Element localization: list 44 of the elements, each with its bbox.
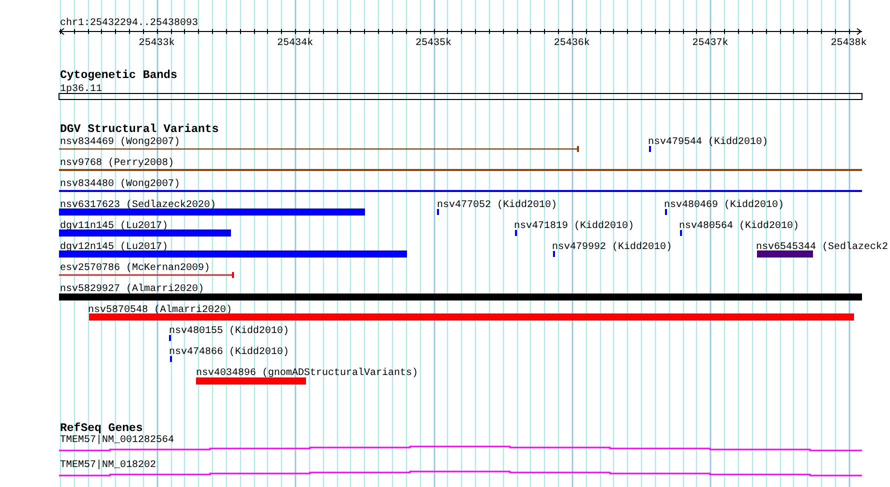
feature-label: nsv834480 (Wong2007) — [60, 179, 180, 190]
feature-label: nsv479992 (Kidd2010) — [552, 242, 672, 253]
variant-line[interactable] — [59, 146, 579, 152]
variant-bar[interactable] — [89, 314, 854, 320]
feature-label: dgv11n145 (Lu2017) — [60, 221, 168, 232]
feature-label: nsv5829927 (Almarri2020) — [60, 284, 204, 295]
variant-bar[interactable] — [196, 378, 306, 384]
gene-label: TMEM57|NM_001282564 — [60, 435, 174, 446]
feature-label: nsv477052 (Kidd2010) — [437, 200, 558, 211]
feature-label: nsv6545344 (Sedlazeck2 — [756, 242, 888, 253]
location-label: chr1:25432294..25438093 — [60, 18, 198, 29]
feature-label: nsv480155 (Kidd2010) — [169, 326, 290, 337]
feature-label: nsv4034896 (gnomADStructuralVariants) — [196, 368, 418, 379]
track-title: DGV Structural Variants — [60, 123, 219, 136]
track-title: Cytogenetic Bands — [60, 69, 178, 82]
ruler-tick-label: 25438k — [830, 38, 867, 49]
ruler-tick-label: 25434k — [277, 38, 314, 49]
ruler-tick-label: 25437k — [692, 38, 728, 49]
ruler-tick-label: 25433k — [138, 38, 175, 49]
variant-line[interactable] — [59, 272, 234, 278]
gene-label: TMEM57|NM_018202 — [60, 460, 156, 471]
gene-line[interactable] — [59, 446, 862, 452]
ruler-tick-label: 25435k — [416, 38, 452, 49]
variant-bar[interactable] — [59, 208, 365, 216]
ruler-tick-label: 25436k — [554, 38, 590, 49]
feature-label: nsv479544 (Kidd2010) — [648, 137, 768, 148]
feature-label: nsv6317623 (Sedlazeck2020) — [60, 200, 216, 211]
variant-bar[interactable] — [59, 250, 407, 258]
variant-bar[interactable] — [59, 230, 231, 236]
feature-label: nsv474866 (Kidd2010) — [169, 347, 290, 358]
cytoband-label: 1p36.11 — [60, 84, 102, 95]
feature-label: nsv834469 (Wong2007) — [60, 137, 180, 148]
feature-label: nsv9768 (Perry2008) — [60, 158, 174, 169]
gene-line[interactable] — [59, 470, 862, 476]
feature-label: nsv5870548 (Almarri2020) — [88, 305, 232, 316]
feature-label: nsv480469 (Kidd2010) — [664, 200, 784, 211]
feature-label: dgv12n145 (Lu2017) — [60, 242, 168, 253]
cytoband[interactable] — [58, 93, 862, 100]
feature-label: nsv480564 (Kidd2010) — [679, 221, 800, 232]
feature-label: nsv471819 (Kidd2010) — [514, 221, 634, 232]
feature-label: esv2570786 (McKernan2009) — [60, 263, 210, 274]
variant-bar[interactable] — [757, 250, 813, 258]
variant-bar[interactable] — [59, 294, 862, 300]
track-title: RefSeq Genes — [60, 422, 143, 435]
